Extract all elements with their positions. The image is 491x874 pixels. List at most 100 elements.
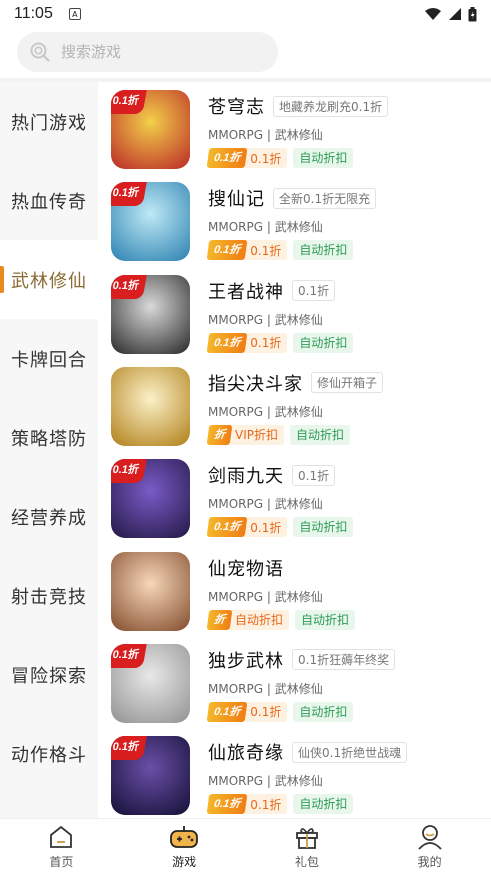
title-row: 王者战神 0.1折 <box>208 279 483 303</box>
game-list: 0.1折 苍穹志 地藏养龙刷充0.1折 MMORPG | 武林修仙 0.1折 0.1折 自动… <box>98 82 491 818</box>
game-list-item[interactable]: 仙宠物语 MMORPG | 武林修仙折自动折扣 自动折扣 <box>98 544 491 636</box>
game-list-item[interactable]: 0.1折 苍穹志 地藏养龙刷充0.1折 MMORPG | 武林修仙 0.1折 0.1折 自动… <box>98 82 491 174</box>
discount-chip-value: 自动折扣 <box>235 613 284 627</box>
game-info: 独步武林 0.1折狂薅年终奖 MMORPG | 武林修仙 0.1折 0.1折 自动折扣 <box>206 648 483 722</box>
game-list-item[interactable]: 0.1折 仙旅奇缘 仙侠0.1折绝世战魂 MMORPG | 武林修仙 0.1折 0.1折自… <box>98 728 491 818</box>
discount-chip-value: 0.1折 <box>250 151 282 166</box>
game-info: 王者战神 0.1折 MMORPG | 武林修仙 0.1折 0.1折 自动折扣 <box>206 279 483 353</box>
game-info: 搜仙记 全新0.1折无限充 MMORPG | 武林修仙 0.1折 0.1折 自动折扣 <box>206 186 483 261</box>
game-meta: MMORPG | 武林修仙 <box>208 128 323 142</box>
sidebar-item[interactable]: 热血传奇 <box>0 161 98 240</box>
discount-chip: 0.1折 0.1折 <box>206 148 288 168</box>
game-icon[interactable]: 0.1折 <box>111 736 190 816</box>
game-icon[interactable]: 0.1折 <box>111 459 190 539</box>
discount-chip-value: 0.1折 <box>250 705 282 720</box>
game-info: 苍穹志 地藏养龙刷充0.1折 MMORPG | 武林修仙 0.1折 0.1折 自动折扣 <box>206 94 483 168</box>
game-chips: 折自动折扣 自动折扣 <box>206 609 483 630</box>
sidebar-item[interactable]: 射击竞技 <box>0 556 98 635</box>
status-bar: 11:05 A <box>0 0 491 28</box>
game-chips: 0.1折 0.1折 自动折扣 <box>206 794 483 815</box>
discount-chip: 0.1折 0.1折 <box>206 240 288 261</box>
sidebar-item[interactable]: 冒险探索 <box>0 635 98 714</box>
game-name: 苍穹志 <box>208 97 265 118</box>
discount-chip-label: 折 <box>206 609 233 630</box>
discount-chip-value: 0.1折 <box>250 797 282 812</box>
tab-games-label: 游戏 <box>172 855 197 869</box>
discount-badge: 0.1折 <box>111 643 148 668</box>
game-icon[interactable] <box>111 366 190 446</box>
game-list-item[interactable]: 0.1折 剑雨九天 0.1折 MMORPG | 武林修仙 0.1折 0.1折 自动折扣 <box>98 451 491 543</box>
discount-chip: 0.1折 0.1折 <box>206 794 288 815</box>
sidebar-item-label: 策略塔防 <box>11 428 87 450</box>
sidebar-item-label: 动作格斗 <box>11 744 87 766</box>
tab-home[interactable]: 首页 <box>0 819 123 874</box>
game-chips: 折 VIP折扣 自动折扣 <box>206 424 483 445</box>
signal-icon <box>449 8 461 20</box>
wifi-icon <box>425 8 441 20</box>
game-meta: MMORPG | 武林修仙 <box>208 681 323 696</box>
title-row: 指尖决斗家 修仙开箱子 <box>208 371 483 395</box>
game-icon[interactable]: 0.1折 <box>111 643 190 723</box>
tab-games[interactable]: 游戏 <box>123 819 246 874</box>
game-tag: 仙侠0.1折绝世战魂 <box>292 741 408 763</box>
sidebar-item[interactable]: 卡牌回合 <box>0 319 98 398</box>
title-row: 搜仙记 全新0.1折无限充 <box>208 186 483 210</box>
sidebar-item[interactable]: 经营养成 <box>0 477 98 556</box>
discount-chip-label: 0.1折 <box>206 517 248 538</box>
game-name: 仙旅奇缘 <box>208 743 284 765</box>
gift-icon <box>295 828 318 849</box>
discount-chip: 0.1折 0.1折 <box>206 701 288 722</box>
game-name: 搜仙记 <box>208 189 265 211</box>
auto-discount-chip: 自动折扣 <box>295 609 356 630</box>
game-info: 仙旅奇缘 仙侠0.1折绝世战魂 MMORPG | 武林修仙 0.1折 0.1折 自动折扣 <box>206 740 483 815</box>
discount-chip-label: 0.1折 <box>206 332 248 353</box>
discount-chip-label: 0.1折 <box>206 148 248 168</box>
sidebar-item-label: 武林修仙 <box>11 270 87 292</box>
game-icon[interactable] <box>111 551 190 631</box>
auto-discount-chip: 自动折扣 <box>293 794 354 815</box>
game-chips: 0.1折 0.1折 自动折扣 <box>206 701 483 722</box>
game-tag: 0.1折狂薅年终奖 <box>292 649 396 671</box>
auto-discount-chip: 自动折扣 <box>293 701 354 722</box>
auto-discount-chip: 自动折扣 <box>293 332 354 353</box>
notification-icon: A <box>68 8 81 20</box>
game-meta: MMORPG | 武林修仙 <box>208 312 323 327</box>
search-bar[interactable] <box>17 32 278 72</box>
game-name: 剑雨九天 <box>208 466 284 488</box>
game-meta: MMORPG | 武林修仙 <box>208 404 323 419</box>
game-icon[interactable]: 0.1折 <box>111 274 190 354</box>
tab-profile[interactable]: 我的 <box>368 819 491 874</box>
game-list-item[interactable]: 0.1折 搜仙记 全新0.1折无限充 MMORPG | 武林修仙 0.1折 0.1折 自动折… <box>98 174 491 266</box>
game-icon[interactable]: 0.1折 <box>111 182 190 262</box>
title-row: 剑雨九天 0.1折 <box>208 463 483 487</box>
battery-icon <box>468 6 477 21</box>
game-info: 剑雨九天 0.1折 MMORPG | 武林修仙 0.1折 0.1折 自动折扣 <box>206 463 483 538</box>
game-list-item[interactable]: 0.1折 独步武林 0.1折狂薅年终奖 MMORPG | 武林修仙 0.1折 0.1折 自动… <box>98 636 491 728</box>
game-meta: MMORPG | 武林修仙 <box>208 774 323 789</box>
game-name: 独步武林 <box>208 650 284 672</box>
search-input[interactable] <box>61 43 261 61</box>
discount-chip-value: 0.1折 <box>250 336 282 351</box>
sidebar-item[interactable]: 动作格斗 <box>0 714 98 793</box>
tab-gifts[interactable]: 礼包 <box>246 819 369 874</box>
status-icons <box>424 6 477 22</box>
game-tag: 全新0.1折无限充 <box>273 187 377 209</box>
discount-chip: 0.1折 0.1折 <box>206 517 288 538</box>
game-meta: MMORPG | 武林修仙 <box>208 220 323 235</box>
sidebar-item-label: 热血传奇 <box>11 191 87 213</box>
discount-chip: 折自动折扣 <box>206 609 290 630</box>
game-art <box>111 366 190 446</box>
sidebar-item-label: 热门游戏 <box>11 112 87 134</box>
game-tag: 修仙开箱子 <box>311 372 384 394</box>
sidebar-item[interactable]: 武林修仙 <box>0 240 98 319</box>
category-sidebar: 热门游戏热血传奇武林修仙卡牌回合策略塔防经营养成 射击竞技 冒险探索动作格斗 <box>0 82 98 818</box>
auto-discount-chip: 自动折扣 <box>293 240 354 261</box>
sidebar-item[interactable]: 策略塔防 <box>0 398 98 477</box>
game-icon[interactable]: 0.1折 <box>111 90 190 169</box>
discount-chip: 0.1折 0.1折 <box>206 332 288 353</box>
bottom-tab-bar: 首页 游戏 礼包 我的 <box>0 818 491 874</box>
game-list-item[interactable]: 0.1折 王者战神 0.1折 MMORPG | 武林修仙 0.1折 0.1折 自动折扣 <box>98 267 491 359</box>
home-icon <box>50 825 73 848</box>
game-list-item[interactable]: 指尖决斗家 修仙开箱子 MMORPG | 武林修仙折 VIP折扣 自动折扣 <box>98 359 491 451</box>
sidebar-item[interactable]: 热门游戏 <box>0 82 98 161</box>
